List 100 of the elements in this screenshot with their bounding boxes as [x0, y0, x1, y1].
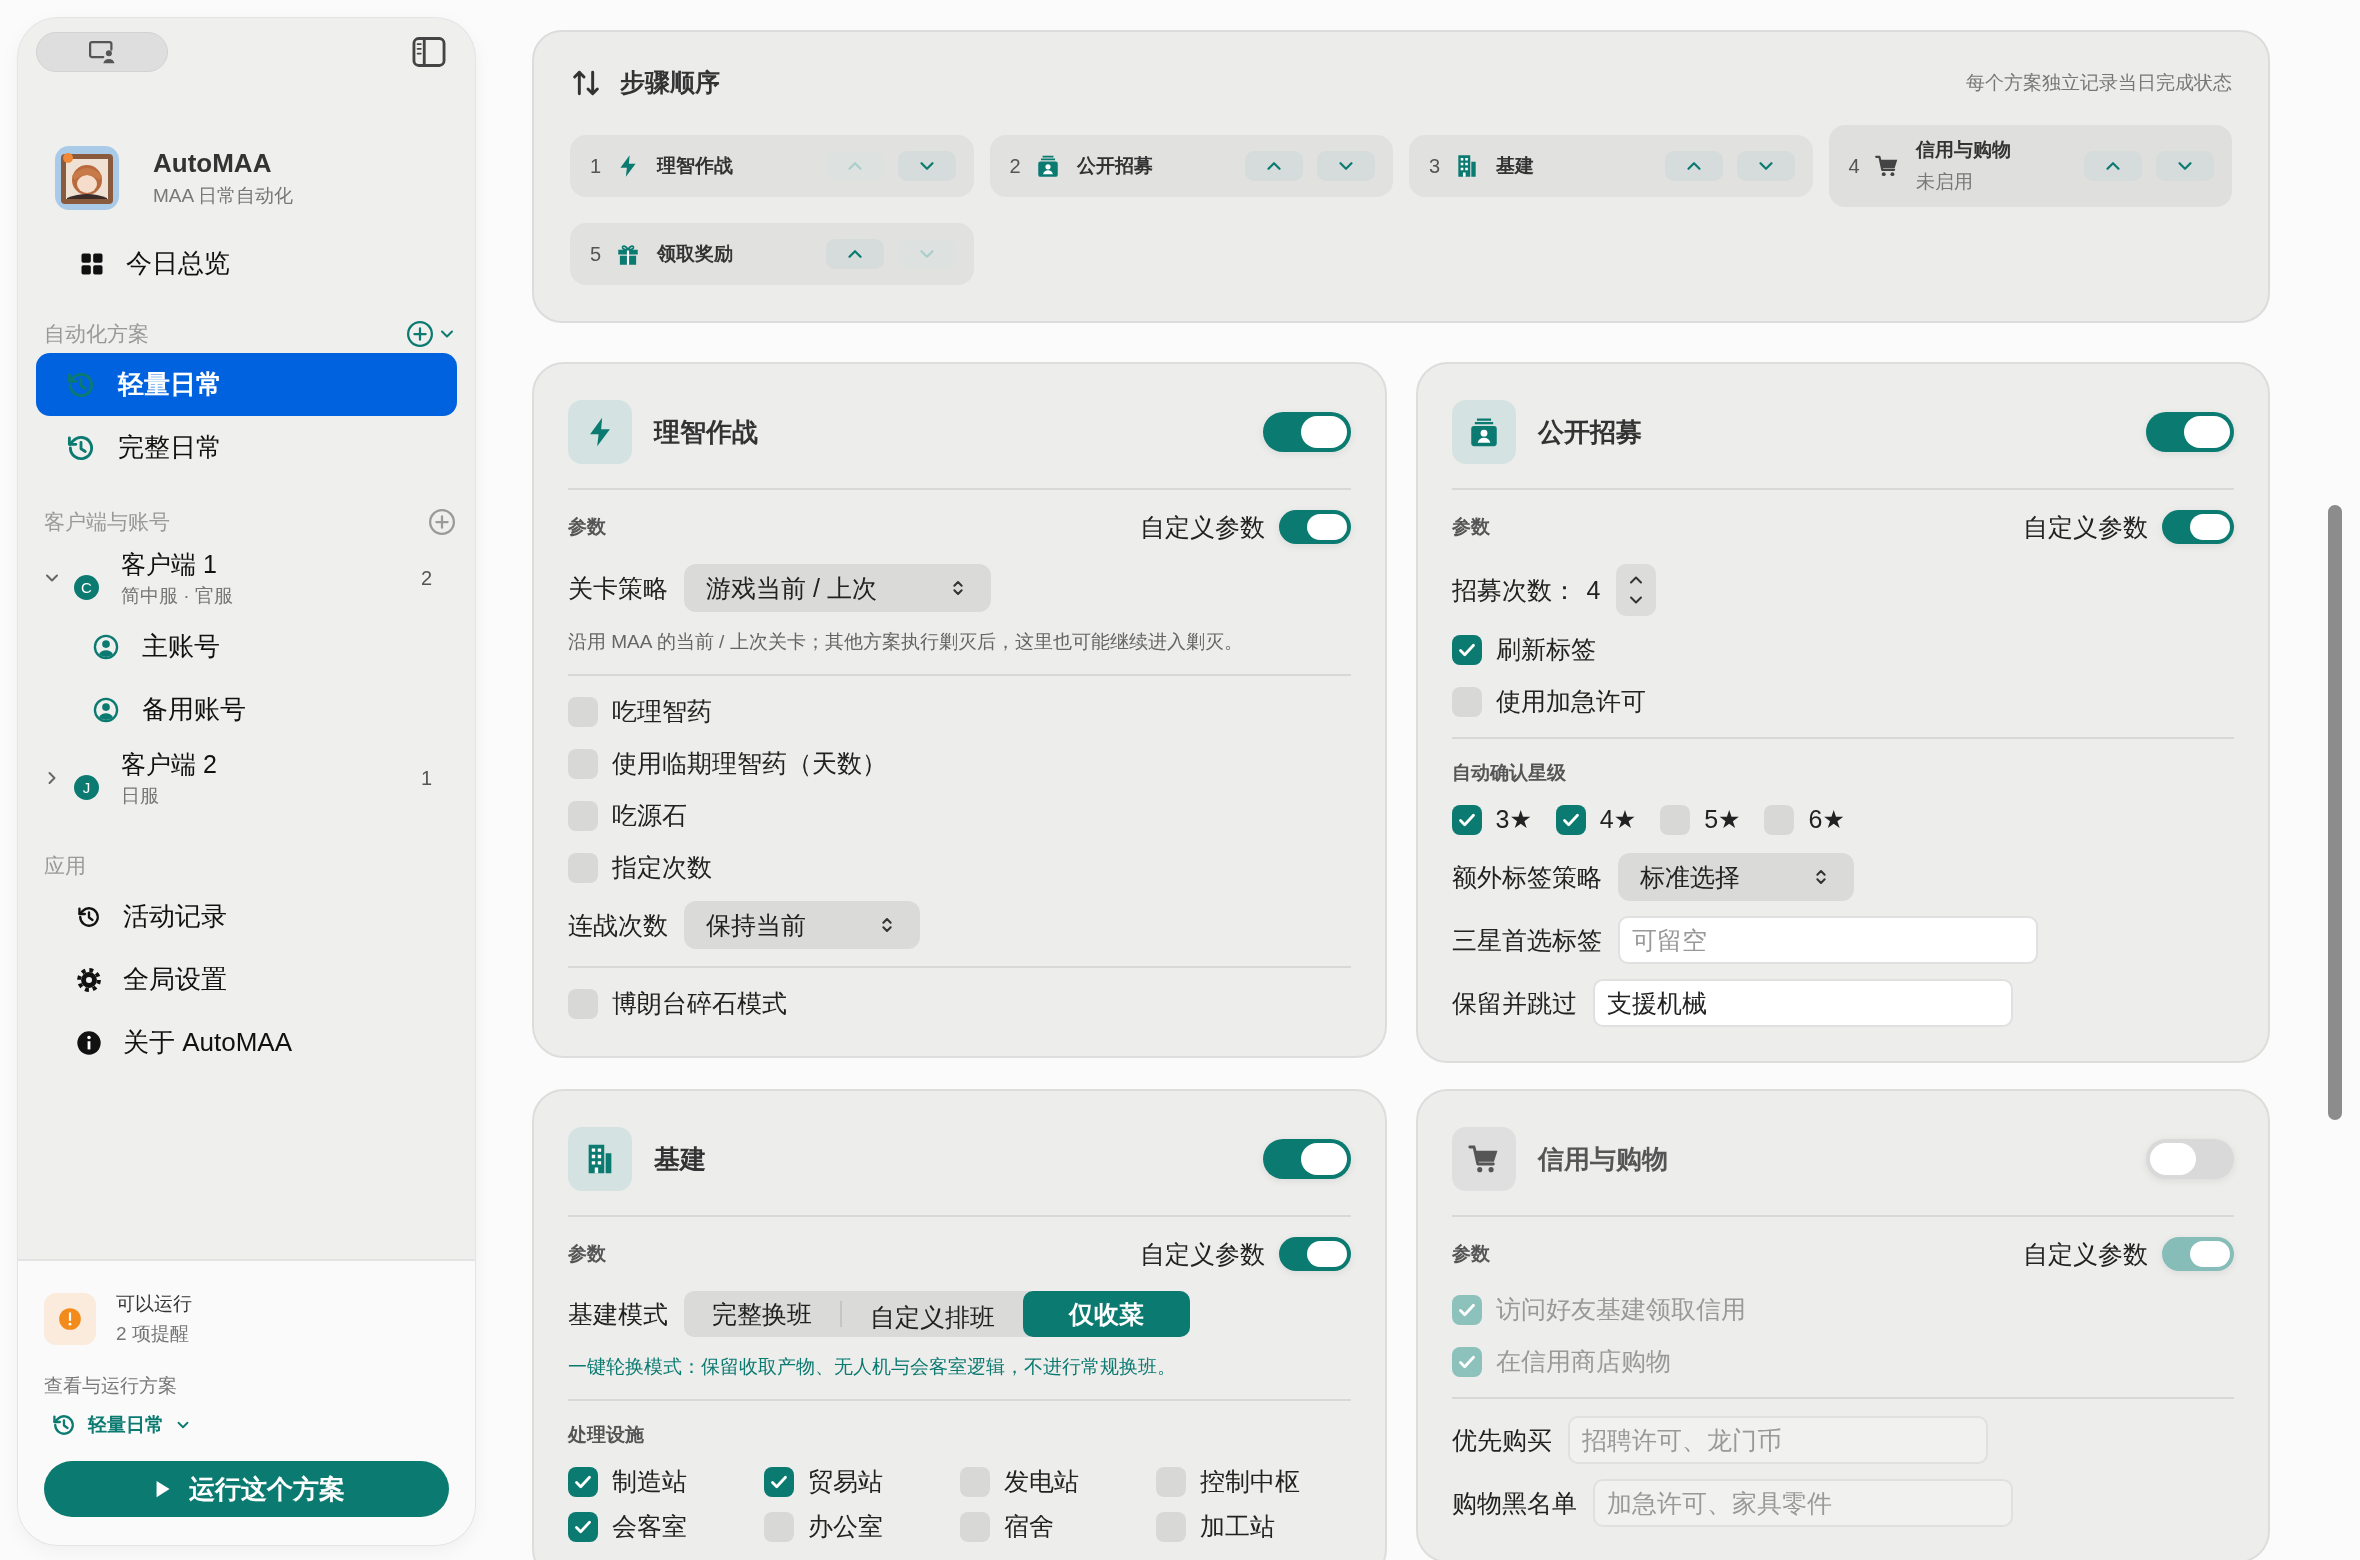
run-label: 查看与运行方案 [44, 1374, 178, 1398]
stepper[interactable] [1616, 564, 1657, 616]
hint-text: 一键轮换模式：保留收取产物、无人机与会客室逻辑，不进行常规换班。 [568, 1355, 1177, 1379]
checkbox[interactable] [1451, 1346, 1482, 1377]
nav-item[interactable]: 今日总览 [36, 232, 457, 295]
nav-item[interactable]: 活动记录 [36, 885, 457, 948]
settings-icon [75, 965, 103, 994]
toggle-label: 自定义参数 [2023, 1238, 2148, 1270]
checkbox-label: 吃源石 [612, 800, 687, 831]
client-name[interactable]: 客户端 1 [121, 547, 421, 581]
plan-item[interactable]: 完整日常 [36, 416, 457, 479]
checkbox-label: 使用临期理智药（天数） [612, 748, 887, 779]
checkbox-label: 控制中枢 [1200, 1466, 1300, 1497]
move-up-button[interactable] [2084, 151, 2142, 181]
client-avatar: C [74, 574, 99, 600]
count-value: 4 [1586, 575, 1601, 605]
field-label: 优先购买 [1451, 1424, 1552, 1456]
account-icon [92, 695, 120, 724]
section-label: 参数 [1451, 515, 1491, 539]
checkbox-label: 刷新标签 [1495, 634, 1596, 665]
cart-icon [1873, 153, 1900, 179]
toggle-switch[interactable] [1262, 1139, 1351, 1179]
status-detail: 2 项提醒 [116, 1322, 190, 1346]
text-field[interactable]: 支援机械 [1592, 979, 2013, 1027]
step-status: 未启用 [1915, 170, 1974, 194]
checkbox-label: 制造站 [612, 1466, 687, 1497]
field-label: 保留并跳过 [1451, 987, 1577, 1019]
nav-item[interactable]: 关于 AutoMAA [36, 1011, 457, 1074]
step-number: 4 [1848, 154, 1860, 178]
move-down-button[interactable] [1317, 151, 1375, 181]
select-field[interactable]: 标准选择 [1617, 853, 1854, 901]
move-down-button[interactable] [897, 151, 956, 181]
toggle-switch[interactable] [1278, 510, 1351, 544]
select-field[interactable]: 游戏当前 / 上次 [684, 564, 991, 612]
toggle-switch[interactable] [1262, 412, 1351, 452]
plan-picker[interactable]: 轻量日常 [44, 1411, 192, 1439]
plan-item[interactable]: 轻量日常 [36, 353, 457, 416]
toggle-switch[interactable] [2146, 1139, 2234, 1179]
toggle-label: 自定义参数 [2023, 511, 2148, 543]
info-icon [75, 1028, 103, 1057]
run-button[interactable]: 运行这个方案 [44, 1461, 449, 1517]
checkbox[interactable] [1555, 804, 1586, 835]
text-field[interactable]: 加急许可、家具零件 [1592, 1479, 2013, 1527]
app-subtitle: MAA 日常自动化 [153, 183, 294, 208]
move-down-button[interactable] [2156, 151, 2214, 181]
toggle-switch[interactable] [2146, 412, 2234, 452]
section-label: 参数 [1451, 1242, 1491, 1266]
client-name[interactable]: 客户端 2 [121, 747, 421, 781]
panel-note: 每个方案独立记录当日完成状态 [1966, 70, 2232, 95]
move-up-button[interactable] [1664, 151, 1723, 181]
checkbox-label: 5★ [1704, 805, 1741, 834]
hint-text: 沿用 MAA 的当前 / 上次关卡；其他方案执行剿灭后，这里也可能继续进入剿灭。 [568, 630, 1244, 654]
step-number: 5 [590, 242, 602, 266]
account-item[interactable]: 备用账号 [36, 678, 457, 741]
move-up-button[interactable] [1245, 151, 1303, 181]
field-label: 招募次数： [1451, 574, 1577, 606]
checkbox[interactable] [1451, 804, 1482, 835]
step-label: 基建 [1496, 154, 1536, 178]
panel-title: 步骤顺序 [620, 67, 721, 98]
checkbox[interactable] [568, 1511, 598, 1542]
move-down-button[interactable] [1736, 151, 1795, 181]
move-up-button[interactable] [825, 239, 884, 269]
add-icon[interactable] [405, 319, 435, 349]
checkbox-label: 使用加急许可 [1495, 686, 1646, 717]
field-label: 基建模式 [568, 1298, 668, 1330]
section-title: 应用 [44, 853, 86, 879]
add-icon[interactable] [427, 507, 457, 537]
checkbox-label: 在信用商店购物 [1495, 1346, 1671, 1377]
checkbox-label: 访问好友基建领取信用 [1495, 1294, 1746, 1325]
toggle-label: 自定义参数 [1139, 1238, 1265, 1270]
field-label: 购物黑名单 [1451, 1487, 1577, 1519]
segment-option[interactable]: 仅收菜 [1023, 1291, 1190, 1337]
segment-option[interactable]: 完整换班 [684, 1291, 840, 1337]
section-title: 客户端与账号 [44, 509, 170, 535]
toggle-switch[interactable] [1278, 1237, 1351, 1271]
nav-item[interactable]: 全局设置 [36, 948, 457, 1011]
scrollbar[interactable] [2328, 505, 2342, 1120]
step-number: 3 [1429, 154, 1441, 178]
step-label: 理智作战 [657, 154, 735, 178]
account-item[interactable]: 主账号 [36, 615, 457, 678]
select-field[interactable]: 保持当前 [684, 901, 920, 949]
text-field[interactable]: 招聘许可、龙门币 [1567, 1416, 1988, 1464]
text-field[interactable]: 可留空 [1617, 916, 2038, 964]
toggle-label: 自定义参数 [1139, 511, 1265, 543]
account-count: 2 [420, 566, 432, 590]
checkbox-label: 加工站 [1200, 1511, 1275, 1542]
checkbox[interactable] [1451, 1294, 1482, 1325]
toggle-switch[interactable] [2162, 510, 2234, 544]
account-count: 1 [420, 766, 432, 790]
step-number: 1 [590, 154, 602, 178]
checkbox[interactable] [1451, 634, 1482, 665]
toggle-switch[interactable] [2162, 1237, 2234, 1271]
checkbox[interactable] [764, 1466, 794, 1497]
view-button[interactable] [36, 32, 168, 72]
step-label: 信用与购物 [1915, 138, 2012, 162]
checkbox-label: 4★ [1599, 805, 1637, 834]
section-label: 自动确认星级 [1451, 761, 1567, 785]
client-detail: 简中服 · 官服 [121, 583, 234, 608]
checkbox-label: 吃理智药 [612, 696, 712, 727]
checkbox[interactable] [568, 1466, 598, 1497]
